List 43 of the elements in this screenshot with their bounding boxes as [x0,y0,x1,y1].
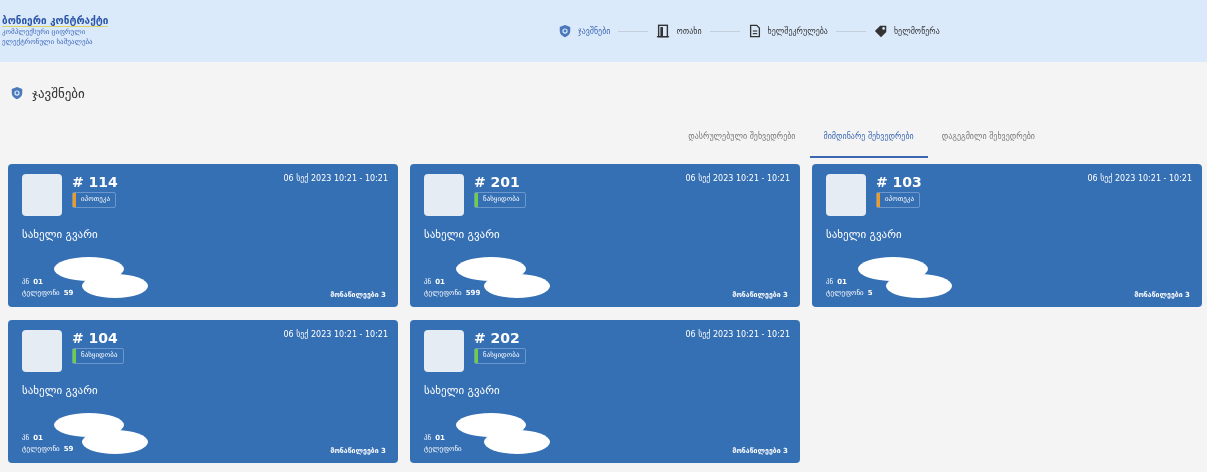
avatar-placeholder [424,330,464,372]
booking-number: # 104 [72,330,119,346]
redaction-blot [82,430,148,454]
client-name: სახელი გვარი [424,384,501,397]
document-icon [747,24,762,38]
section-title: ჯავშნები [32,85,85,101]
tab[interactable]: დაგეგმილი შეხვედრები [927,124,1049,158]
booking-time: 06 სექ 2023 10:21 - 10:21 [1087,174,1192,183]
redaction-blot [456,257,526,281]
avatar-placeholder [22,330,62,372]
redaction-blot [484,430,550,454]
step-item[interactable]: ხელშეკრულება [747,24,828,38]
redaction-blot [886,274,952,298]
booking-time: 06 სექ 2023 10:21 - 10:21 [685,330,790,339]
door-icon [656,24,671,38]
tab[interactable]: მიმდინარე შეხვედრები [809,124,928,158]
booking-number: # 103 [876,174,923,190]
client-name: სახელი გვარი [424,228,501,241]
redaction-blot [54,413,124,437]
redaction-blot [82,274,148,298]
client-name: სახელი გვარი [22,228,99,241]
redaction-blot [54,257,124,281]
shield-icon [10,86,24,100]
booking-number: # 202 [474,330,521,346]
client-name: სახელი გვარი [826,228,903,241]
step-item[interactable]: ხელმოწერა [873,24,940,38]
step-item[interactable]: ჯავშნები [558,24,611,38]
tab[interactable]: დასრულებული შეხვედრები [674,124,810,158]
avatar-placeholder [424,174,464,216]
avatar-placeholder [826,174,866,216]
brand-title: ბონიერი კონტრაქტი [2,15,109,27]
avatar-placeholder [22,174,62,216]
redaction-blot [858,257,928,281]
booking-number: # 114 [72,174,119,190]
client-name: სახელი გვარი [22,384,99,397]
booking-time: 06 სექ 2023 10:21 - 10:21 [283,330,388,339]
step-item[interactable]: ოთახი [656,24,702,38]
shield-icon [558,24,572,38]
redaction-blot [456,413,526,437]
booking-time: 06 სექ 2023 10:21 - 10:21 [283,174,388,183]
booking-time: 06 სექ 2023 10:21 - 10:21 [685,174,790,183]
booking-number: # 201 [474,174,521,190]
redaction-blot [484,274,550,298]
